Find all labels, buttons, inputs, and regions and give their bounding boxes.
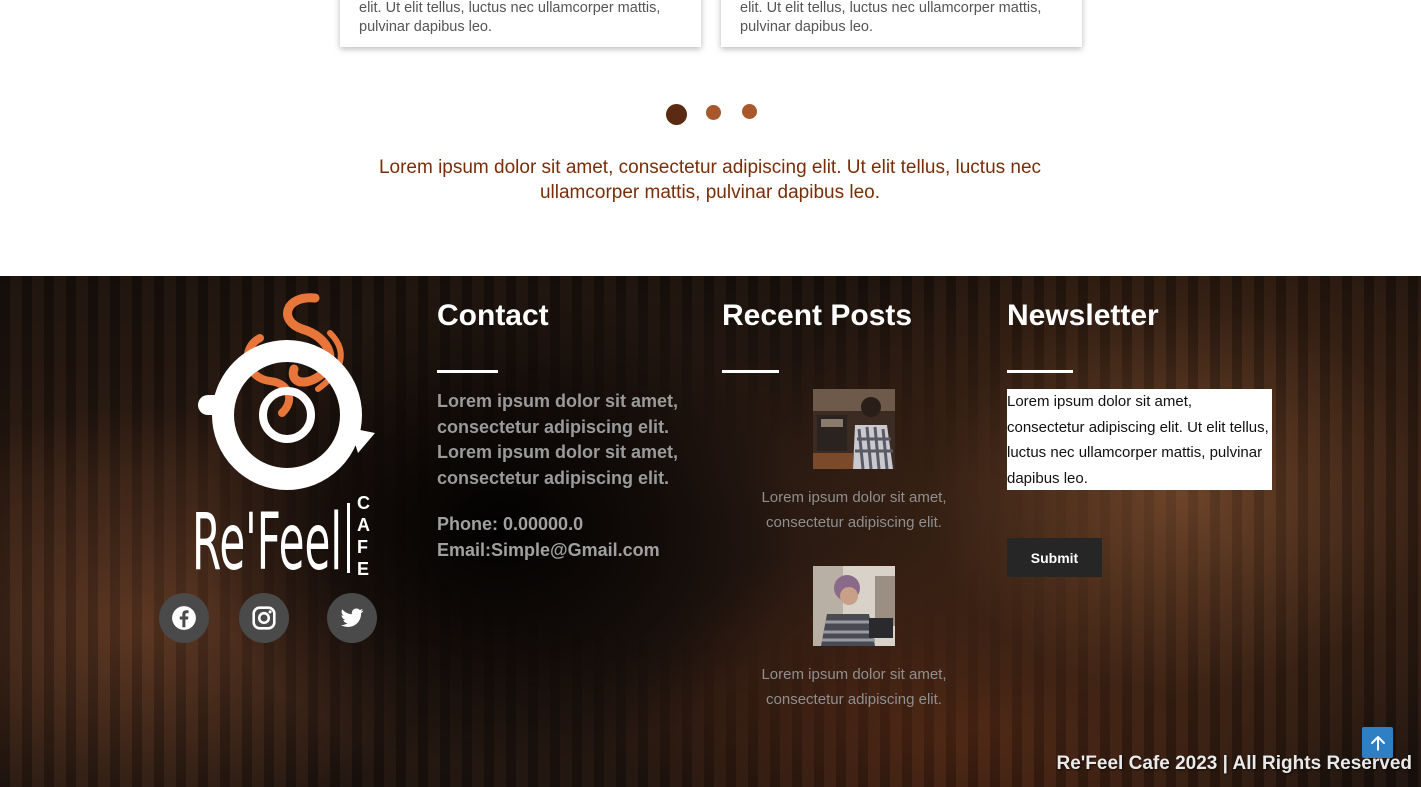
facebook-icon bbox=[172, 606, 196, 630]
svg-text:E: E bbox=[357, 559, 369, 578]
carousel-dot-2[interactable] bbox=[706, 105, 721, 120]
newsletter-description: Lorem ipsum dolor sit amet, consectetur … bbox=[1007, 389, 1272, 490]
contact-details: Phone: 0.00000.0 Email:Simple@Gmail.com bbox=[437, 511, 707, 563]
testimonial-card: elit. Ut elit tellus, luctus nec ullamco… bbox=[721, 0, 1082, 47]
post-thumbnail[interactable] bbox=[813, 566, 895, 646]
post-thumbnail[interactable] bbox=[813, 389, 895, 469]
svg-text:C: C bbox=[357, 493, 370, 513]
contact-heading: Contact bbox=[437, 299, 549, 332]
instagram-link[interactable] bbox=[239, 593, 289, 643]
scroll-to-top-button[interactable] bbox=[1362, 727, 1393, 758]
footer: Re'Feel C A F E Contact Recent Posts New… bbox=[0, 276, 1421, 787]
svg-text:F: F bbox=[357, 537, 368, 557]
svg-text:A: A bbox=[357, 515, 370, 535]
submit-button[interactable]: Submit bbox=[1007, 538, 1102, 577]
email-address[interactable]: Email:Simple@Gmail.com bbox=[437, 537, 707, 563]
tagline: Lorem ipsum dolor sit amet, consectetur … bbox=[378, 157, 1042, 203]
cup-icon bbox=[198, 340, 375, 490]
heading-divider bbox=[437, 370, 498, 373]
newsletter-heading: Newsletter bbox=[1007, 299, 1159, 332]
heading-divider bbox=[1007, 370, 1073, 373]
recent-posts-heading: Recent Posts bbox=[722, 299, 913, 332]
post-excerpt[interactable]: Lorem ipsum dolor sit amet, consectetur … bbox=[722, 662, 986, 712]
post-excerpt[interactable]: Lorem ipsum dolor sit amet, consectetur … bbox=[722, 485, 986, 535]
carousel-pagination bbox=[665, 102, 765, 126]
refeel-cafe-logo: Re'Feel C A F E bbox=[192, 293, 375, 578]
testimonial-text: elit. Ut elit tellus, luctus nec ullamco… bbox=[740, 0, 1042, 35]
arrow-up-icon bbox=[1370, 735, 1385, 751]
instagram-icon bbox=[252, 606, 276, 630]
testimonial-text: elit. Ut elit tellus, luctus nec ullamco… bbox=[359, 0, 661, 35]
heading-divider bbox=[722, 370, 779, 373]
testimonial-section: elit. Ut elit tellus, luctus nec ullamco… bbox=[0, 0, 1421, 276]
carousel-dot-1[interactable] bbox=[666, 104, 687, 125]
svg-text:Re'Feel: Re'Feel bbox=[192, 498, 342, 578]
recent-post: Lorem ipsum dolor sit amet, consectetur … bbox=[722, 566, 986, 712]
twitter-link[interactable] bbox=[327, 593, 377, 643]
carousel-dot-3[interactable] bbox=[742, 104, 757, 119]
recent-post: Lorem ipsum dolor sit amet, consectetur … bbox=[722, 389, 986, 535]
testimonial-card: elit. Ut elit tellus, luctus nec ullamco… bbox=[340, 0, 701, 47]
phone-number: Phone: 0.00000.0 bbox=[437, 514, 584, 534]
twitter-icon bbox=[340, 608, 364, 627]
copyright-text: Re'Feel Cafe 2023 | All Rights Reserved bbox=[1056, 753, 1413, 774]
facebook-link[interactable] bbox=[159, 593, 209, 643]
contact-description: Lorem ipsum dolor sit amet, consectetur … bbox=[437, 391, 679, 488]
